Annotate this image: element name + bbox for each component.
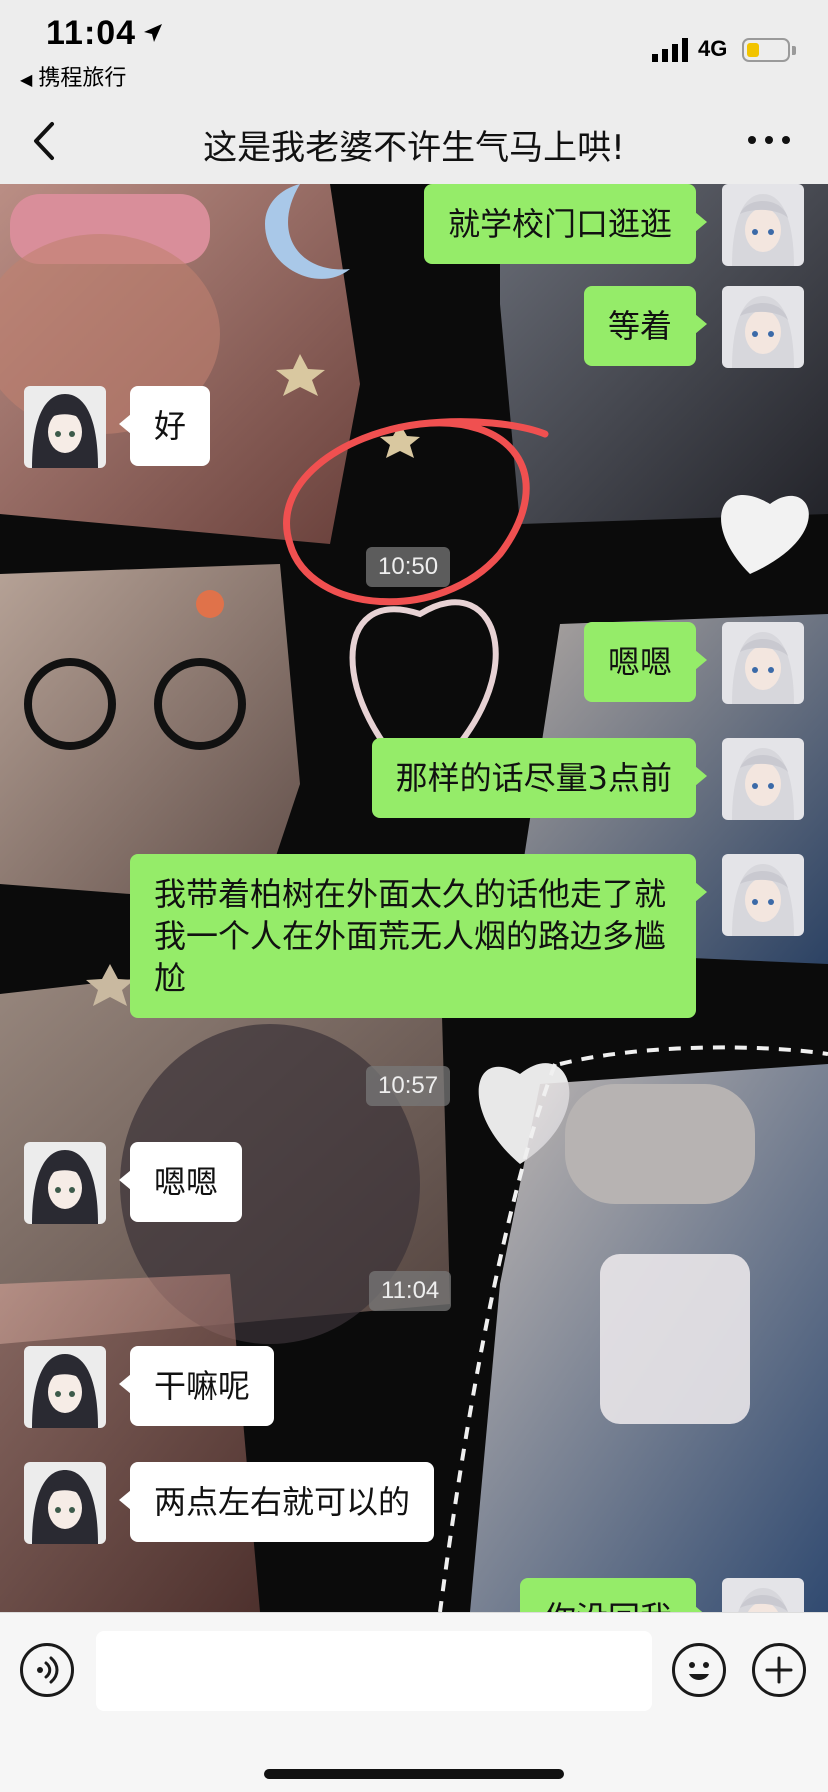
my-avatar[interactable] [722,1578,804,1612]
emoji-button[interactable] [672,1643,726,1697]
message-row: 那样的话尽量3点前 [0,738,828,820]
nav-bar: 这是我老婆不许生气马上哄! [0,100,828,184]
more-icon[interactable] [748,136,792,148]
plus-button[interactable] [752,1643,806,1697]
voice-icon [37,1656,59,1684]
anime-avatar-icon [722,854,804,936]
home-indicator[interactable] [264,1769,564,1779]
anime-avatar-icon [722,184,804,266]
message-bubble-outgoing[interactable]: 那样的话尽量3点前 [371,738,708,818]
signal-icon [652,38,688,62]
message-row: 我带着柏树在外面太久的话他走了就我一个人在外面荒无人烟的路边多尴尬 [0,854,828,1022]
anime-avatar-icon [722,1578,804,1612]
chat-title: 这是我老婆不许生气马上哄! [203,128,625,168]
anime-avatar-icon [24,386,106,468]
anime-avatar-icon [24,1346,106,1428]
message-input[interactable] [96,1631,652,1711]
message-row: 好 [0,386,828,468]
back-triangle-icon: ◀ [20,70,33,89]
message-row: 就学校门口逛逛 [0,184,828,266]
message-row: 嗯嗯 [0,1142,828,1224]
chevron-left-icon[interactable] [26,118,66,164]
input-bar [0,1612,828,1792]
message-row: 两点左右就可以的 [0,1462,828,1544]
anime-avatar-icon [722,286,804,368]
anime-avatar-icon [24,1462,106,1544]
status-time: 11:04 [46,14,137,52]
message-timestamp: 11:04 [369,1271,452,1311]
message-bubble-outgoing[interactable]: 嗯嗯 [583,622,708,702]
message-bubble-incoming[interactable]: 好 [118,386,211,466]
message-bubble-incoming[interactable]: 嗯嗯 [118,1142,243,1222]
my-avatar[interactable] [722,286,804,368]
my-avatar[interactable] [722,854,804,936]
anime-avatar-icon [722,738,804,820]
emoji-icon [689,1662,709,1680]
contact-avatar[interactable] [24,1346,106,1428]
battery-tip [792,46,796,55]
contact-avatar[interactable] [24,386,106,468]
message-bubble-incoming[interactable]: 干嘛呢 [118,1346,275,1426]
chat-area[interactable]: 就学校门口逛逛 等着 好 10:50 嗯嗯 那样的话尽量3点前 我带着柏树在外面… [0,184,828,1612]
network-type: 4G [698,36,728,61]
message-bubble-outgoing[interactable]: 我带着柏树在外面太久的话他走了就我一个人在外面荒无人烟的路边多尴尬 [130,854,707,1018]
my-avatar[interactable] [722,738,804,820]
back-app-label: 携程旅行 [38,66,127,91]
message-row: 等着 [0,286,828,368]
plus-icon [765,1656,793,1684]
message-row: 你没回我 [0,1578,828,1612]
message-timestamp: 10:57 [366,1066,451,1106]
anime-avatar-icon [24,1142,106,1224]
status-bar: 11:04 ◀ 携程旅行 4G [0,0,828,100]
message-bubble-outgoing[interactable]: 你没回我 [519,1578,708,1612]
message-bubble-outgoing[interactable]: 等着 [583,286,708,366]
voice-button[interactable] [20,1643,74,1697]
message-row: 干嘛呢 [0,1346,828,1428]
battery-icon [742,38,790,62]
message-timestamp: 10:50 [366,547,451,587]
message-bubble-incoming[interactable]: 两点左右就可以的 [118,1462,435,1542]
contact-avatar[interactable] [24,1142,106,1224]
anime-avatar-icon [722,622,804,704]
location-arrow-icon [144,24,162,42]
message-row: 嗯嗯 [0,622,828,704]
message-bubble-outgoing[interactable]: 就学校门口逛逛 [423,184,708,264]
my-avatar[interactable] [722,622,804,704]
back-to-app-link[interactable]: ◀ 携程旅行 [20,60,126,92]
my-avatar[interactable] [722,184,804,266]
contact-avatar[interactable] [24,1462,106,1544]
battery-level [747,43,759,57]
